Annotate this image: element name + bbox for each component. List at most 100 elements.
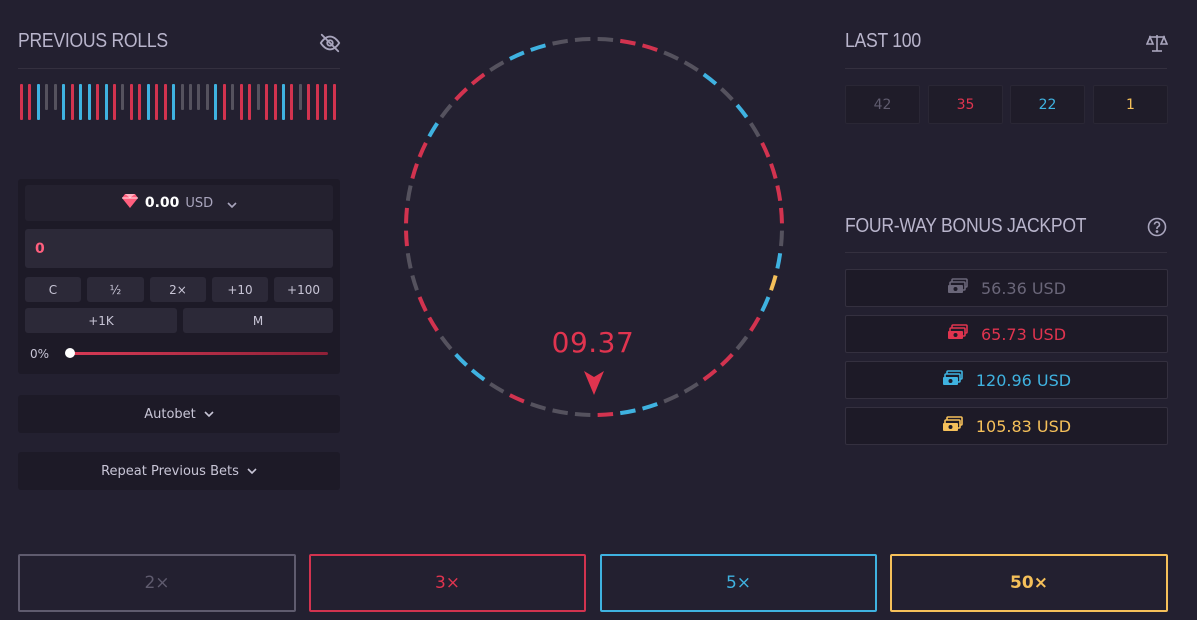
- wheel-segment: [574, 37, 591, 42]
- wheel-segment: [663, 50, 680, 61]
- wheel-segment: [597, 412, 614, 417]
- gem-icon: [121, 193, 139, 213]
- wheel-segment: [702, 72, 718, 86]
- eye-slash-icon[interactable]: [317, 30, 343, 56]
- currency-selector[interactable]: 0.00 USD: [25, 185, 333, 221]
- divider: [18, 68, 340, 69]
- roll-bar: [70, 84, 74, 120]
- clear-button[interactable]: C: [25, 277, 81, 302]
- chevron-down-icon: [204, 407, 214, 422]
- max-button[interactable]: M: [183, 308, 333, 333]
- wheel-segment: [470, 368, 486, 382]
- wheel-segment: [454, 353, 468, 367]
- wheel-segment: [663, 393, 680, 404]
- roll-bar: [315, 84, 319, 120]
- bet-slider-handle[interactable]: [65, 348, 75, 358]
- wheel-segment: [775, 185, 783, 202]
- previous-rolls-strip: [18, 84, 342, 120]
- last-100-gold-count: 1: [1093, 85, 1168, 124]
- previous-rolls-title: PREVIOUS ROLLS: [18, 30, 168, 52]
- wheel-segment: [641, 43, 658, 52]
- bet-2x-button[interactable]: 2×: [18, 554, 296, 612]
- wheel-segment: [427, 316, 439, 332]
- cash-stack-icon: [947, 278, 969, 298]
- wheel-segment: [489, 382, 505, 394]
- roll-bar: [53, 84, 57, 110]
- wheel-segment: [530, 402, 547, 411]
- wheel-segment: [427, 122, 439, 138]
- wheel-segment: [735, 103, 749, 119]
- repeat-bets-button[interactable]: Repeat Previous Bets: [18, 452, 340, 490]
- jackpot-amount: 56.36 USD: [980, 278, 1067, 298]
- wheel-segment: [760, 141, 771, 158]
- bet-50x-button[interactable]: 50×: [890, 554, 1168, 612]
- bet-panel: 0.00 USD 0 C ½ 2× +10 +100 +1K M 0%: [18, 179, 340, 374]
- roll-bar: [231, 84, 235, 110]
- roll-bar: [197, 84, 201, 110]
- cash-stack-icon: [947, 324, 969, 344]
- jackpot-title: FOUR-WAY BONUS JACKPOT: [845, 215, 1087, 237]
- jackpot-red: 65.73 USD: [845, 315, 1168, 353]
- wheel-segment: [769, 274, 778, 291]
- wheel-segment: [749, 316, 761, 332]
- plus-1k-button[interactable]: +1K: [25, 308, 177, 333]
- roll-bar: [62, 84, 66, 120]
- last-100-gray-count: 42: [845, 85, 920, 124]
- autobet-button[interactable]: Autobet: [18, 395, 340, 433]
- wheel-segment: [454, 87, 468, 101]
- roll-bar: [163, 84, 167, 120]
- wheel-pointer-icon: [584, 371, 604, 395]
- bet-amount-input[interactable]: 0: [25, 229, 333, 268]
- roll-bar: [36, 84, 40, 120]
- slider-percent: 0%: [30, 347, 50, 361]
- jackpot-amount: 120.96 USD: [975, 370, 1072, 390]
- wheel-segment: [489, 60, 505, 72]
- wheel-segment: [470, 72, 486, 86]
- wheel-segment: [619, 38, 636, 46]
- wheel-segment: [552, 408, 569, 416]
- wheel-segment: [530, 43, 547, 52]
- wheel-segment: [410, 274, 419, 291]
- chevron-down-icon: [227, 194, 237, 213]
- wheel-segment: [760, 296, 771, 313]
- wheel-segment: [574, 412, 591, 417]
- wheel-segment: [404, 207, 409, 224]
- plus-100-button[interactable]: +100: [274, 277, 333, 302]
- jackpot-gray: 56.36 USD: [845, 269, 1168, 307]
- wheel-segment: [619, 408, 636, 416]
- plus-10-button[interactable]: +10: [212, 277, 268, 302]
- roll-bar: [104, 84, 108, 120]
- repeat-bets-label: Repeat Previous Bets: [101, 463, 239, 479]
- wheel-segment: [641, 402, 658, 411]
- wheel-segment: [779, 207, 784, 224]
- jackpot-amount: 105.83 USD: [975, 416, 1072, 436]
- wheel-segment: [439, 335, 453, 351]
- wheel-segment: [405, 185, 413, 202]
- cash-stack-icon: [942, 370, 964, 390]
- question-circle-icon[interactable]: [1144, 214, 1170, 240]
- roll-bar: [214, 84, 218, 120]
- double-button[interactable]: 2×: [150, 277, 206, 302]
- roll-bar: [87, 84, 91, 120]
- roll-bar: [172, 84, 176, 120]
- wheel-segment: [552, 38, 569, 46]
- jackpot-amount: 65.73 USD: [980, 324, 1067, 344]
- roll-bar: [79, 84, 83, 120]
- jackpot-gold: 105.83 USD: [845, 407, 1168, 445]
- roll-bar: [146, 84, 150, 120]
- countdown-timer: 09.37: [551, 326, 635, 359]
- half-button[interactable]: ½: [87, 277, 144, 302]
- last-100-title: LAST 100: [845, 30, 921, 52]
- roll-bar: [273, 84, 277, 120]
- divider: [845, 68, 1167, 69]
- roll-bar: [28, 84, 32, 120]
- jackpot-blue: 120.96 USD: [845, 361, 1168, 399]
- bet-5x-button[interactable]: 5×: [600, 554, 877, 612]
- balance-scale-icon[interactable]: [1144, 30, 1170, 56]
- last-100-red-count: 35: [928, 85, 1003, 124]
- wheel-segment: [597, 37, 614, 42]
- bet-slider-track[interactable]: [70, 352, 328, 355]
- bet-3x-button[interactable]: 3×: [309, 554, 586, 612]
- roll-bar: [290, 84, 294, 120]
- roll-bar: [265, 84, 269, 120]
